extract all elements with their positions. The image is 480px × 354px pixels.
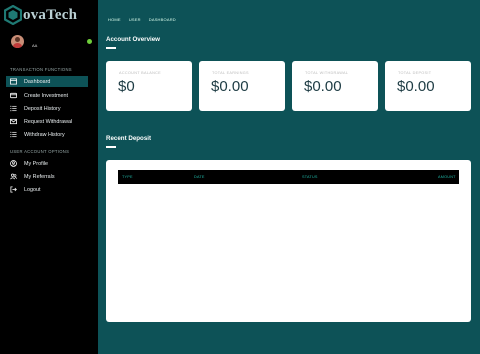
sidebar-item-label: Request Withdrawal [24,118,73,125]
username: AA [32,43,38,48]
page-title: Account Overview [106,36,160,43]
sidebar-item-logout[interactable]: Logout [6,184,88,195]
stat-card-total-deposit: TOTAL DEPOSIT $0.00 [385,61,471,111]
brand-mark-icon [3,4,23,26]
section-title-recent-deposit: Recent Deposit [106,135,152,142]
column-header-date[interactable]: DATE [194,175,205,179]
section-label-user-account: USER ACCOUNT OPTIONS [10,149,70,154]
stat-value: $0 [118,78,135,95]
stat-card-account-balance: ACCOUNT BALANCE $0 [106,61,192,111]
stat-label: ACCOUNT BALANCE [119,71,161,75]
column-header-amount[interactable]: AMOUNT [438,175,456,179]
sidebar-item-create-investment[interactable]: Create Investment [6,90,88,101]
online-status-indicator [87,39,92,44]
stat-card-total-withdrawal: TOTAL WITHDRAWAL $0.00 [292,61,378,111]
title-underline [106,47,116,49]
column-header-status[interactable]: STATUS [302,175,318,179]
brand-name: ovaTech [23,6,78,23]
users-icon [10,173,17,180]
list-icon [10,131,17,138]
stat-card-total-earnings: TOTAL EARNINGS $0.00 [199,61,285,111]
breadcrumb: HOME USER DASHBOARD [108,17,176,22]
sidebar-item-label: Withdraw History [24,131,65,138]
recent-deposit-panel: TYPE DATE STATUS AMOUNT [106,160,471,322]
list-icon [10,105,17,112]
column-header-type[interactable]: TYPE [122,175,133,179]
sidebar-item-my-profile[interactable]: My Profile [6,158,88,169]
title-underline [106,146,116,148]
breadcrumb-home-link[interactable]: HOME [108,17,121,22]
sidebar-item-deposit-history[interactable]: Deposit History [6,103,88,114]
stat-value: $0.00 [211,78,249,95]
sidebar-item-withdraw-history[interactable]: Withdraw History [6,129,88,140]
breadcrumb-user-link[interactable]: USER [129,17,141,22]
user-panel[interactable]: AA [11,35,92,51]
dashboard-icon [10,78,17,85]
sidebar: ovaTech AA TRANSACTION FUNCTIONS Dashboa… [0,0,98,354]
sidebar-item-my-referrals[interactable]: My Referrals [6,171,88,182]
sidebar-item-dashboard[interactable]: Dashboard [6,76,88,87]
wallet-icon [10,92,17,99]
user-circle-icon [10,160,17,167]
sidebar-item-label: Create Investment [24,92,69,99]
stat-value: $0.00 [304,78,342,95]
table-header: TYPE DATE STATUS AMOUNT [118,170,459,184]
sidebar-item-label: Logout [24,186,41,193]
stat-label: TOTAL EARNINGS [212,71,249,75]
avatar[interactable] [11,35,24,48]
logout-icon [10,186,17,193]
sidebar-item-request-withdrawal[interactable]: Request Withdrawal [6,116,88,127]
envelope-icon [10,118,17,125]
breadcrumb-dashboard-link[interactable]: DASHBOARD [149,17,176,22]
brand-logo[interactable]: ovaTech [3,4,78,26]
sidebar-item-label: My Referrals [24,173,55,180]
section-label-transaction: TRANSACTION FUNCTIONS [10,67,72,72]
sidebar-item-label: My Profile [24,160,48,167]
sidebar-item-label: Dashboard [24,78,51,85]
sidebar-item-label: Deposit History [24,105,61,112]
stat-label: TOTAL DEPOSIT [398,71,432,75]
stat-value: $0.00 [397,78,435,95]
stat-label: TOTAL WITHDRAWAL [305,71,349,75]
